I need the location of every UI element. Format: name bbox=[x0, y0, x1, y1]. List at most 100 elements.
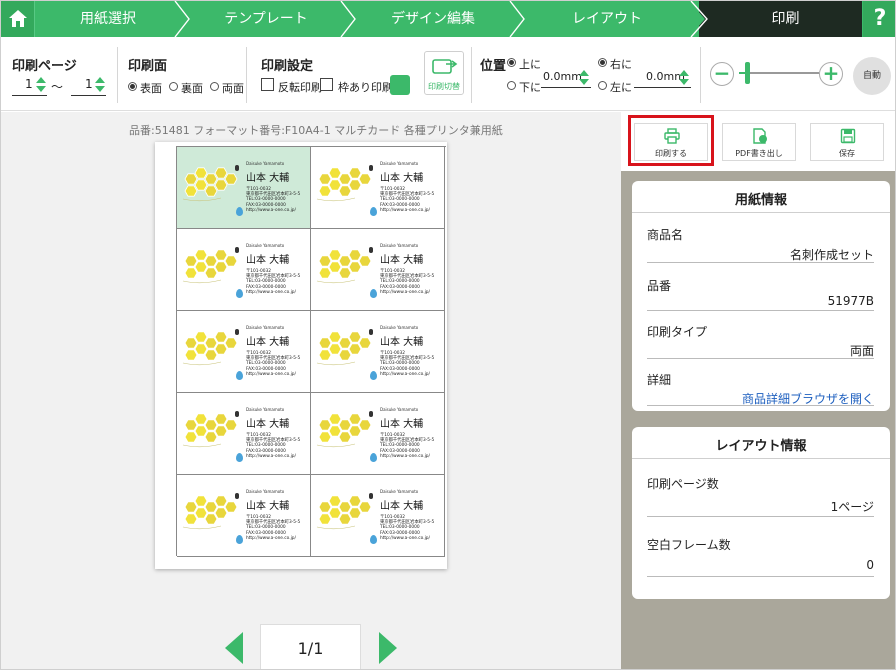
business-card[interactable]: Daisuke Yamamoto 山本 大輔 〒101-0032 東京都千代田区岩本町… bbox=[311, 311, 445, 393]
card-english-name: Daisuke Yamamoto bbox=[246, 161, 285, 166]
pos-left-label[interactable]: 左に bbox=[610, 79, 632, 95]
logo-drop-icon bbox=[236, 289, 243, 298]
auto-zoom-button[interactable]: 自動 bbox=[853, 57, 891, 95]
logo-drop-icon bbox=[370, 207, 377, 216]
step-divider-icon bbox=[340, 1, 356, 37]
card-address: 〒101-0032 東京都千代田区岩本町3-5-5 TEL:03-0000-0000… bbox=[380, 269, 435, 295]
product-code-value: 51977B bbox=[827, 294, 874, 308]
next-page-button[interactable] bbox=[379, 632, 397, 664]
card-name: 山本 大輔 bbox=[246, 337, 290, 348]
print-toolbar: 印刷ページ 1 〜 1 印刷面 表面 裏面 両面 印刷設定 反転印刷 枠あり印刷… bbox=[1, 37, 895, 111]
bee-icon bbox=[369, 411, 373, 417]
pos-vertical-value[interactable]: 0.0mm bbox=[543, 70, 582, 83]
zoom-in-button[interactable]: + bbox=[819, 62, 843, 86]
business-card[interactable]: Daisuke Yamamoto 山本 大輔 〒101-0032 東京都千代田区岩本町… bbox=[311, 147, 445, 229]
print-switch-label: 印刷切替 bbox=[428, 82, 460, 91]
pos-right-label[interactable]: 右に bbox=[610, 56, 632, 72]
business-card[interactable]: Daisuke Yamamoto 山本 大輔 〒101-0032 東京都千代田区岩本町… bbox=[177, 229, 311, 311]
help-button[interactable]: ? bbox=[863, 1, 895, 37]
pos-down-radio[interactable] bbox=[507, 81, 516, 90]
frame-print-label[interactable]: 枠あり印刷 bbox=[338, 79, 393, 95]
pos-up-label[interactable]: 上に bbox=[519, 56, 541, 72]
page-to-value[interactable]: 1 bbox=[85, 77, 93, 91]
pos-down-label[interactable]: 下に bbox=[519, 79, 541, 95]
logo-drop-icon bbox=[370, 535, 377, 544]
logo-drop-icon bbox=[236, 535, 243, 544]
card-english-name: Daisuke Yamamoto bbox=[246, 407, 285, 412]
pos-left-radio[interactable] bbox=[598, 81, 607, 90]
card-name: 山本 大輔 bbox=[380, 337, 424, 348]
card-address: 〒101-0032 東京都千代田区岩本町3-5-5 TEL:03-0000-0000… bbox=[380, 351, 435, 377]
honeycomb-icon bbox=[316, 249, 372, 284]
business-card[interactable]: Daisuke Yamamoto 山本 大輔 〒101-0032 東京都千代田区岩本町… bbox=[177, 475, 311, 557]
reverse-print-checkbox[interactable] bbox=[261, 78, 274, 91]
print-page-count-value: 1ページ bbox=[830, 500, 874, 514]
honeycomb-icon bbox=[316, 167, 372, 202]
business-card[interactable]: Daisuke Yamamoto 山本 大輔 〒101-0032 東京都千代田区岩本町… bbox=[177, 147, 311, 229]
step-template[interactable]: テンプレート bbox=[187, 1, 345, 37]
side-both-radio[interactable] bbox=[210, 82, 219, 91]
business-card[interactable]: Daisuke Yamamoto 山本 大輔 〒101-0032 東京都千代田区岩本町… bbox=[177, 311, 311, 393]
save-button[interactable]: 保存 bbox=[810, 123, 884, 161]
frame-print-checkbox[interactable] bbox=[320, 78, 333, 91]
logo-drop-icon bbox=[370, 371, 377, 380]
card-address: 〒101-0032 東京都千代田区岩本町3-5-5 TEL:03-0000-0000… bbox=[380, 515, 435, 541]
page-to-underline bbox=[71, 95, 106, 96]
page-from-stepper[interactable] bbox=[36, 77, 46, 93]
step-divider-icon bbox=[509, 1, 525, 37]
business-card[interactable]: Daisuke Yamamoto 山本 大輔 〒101-0032 東京都千代田区岩本町… bbox=[177, 393, 311, 475]
page-to-stepper[interactable] bbox=[95, 77, 105, 93]
pos-up-radio[interactable] bbox=[507, 58, 516, 67]
print-preview-area: 品番:51481 フォーマット番号:F10A4-1 マルチカード 各種プリンタ兼… bbox=[1, 112, 621, 669]
card-name: 山本 大輔 bbox=[380, 419, 424, 430]
paper-info-title: 用紙情報 bbox=[734, 193, 787, 208]
step-design-edit[interactable]: デザイン編集 bbox=[353, 1, 513, 37]
card-address: 〒101-0032 東京都千代田区岩本町3-5-5 TEL:03-0000-0000… bbox=[380, 187, 435, 213]
side-front-radio[interactable] bbox=[128, 82, 137, 91]
side-front-label[interactable]: 表面 bbox=[140, 80, 162, 96]
print-switch-button[interactable]: 印刷切替 bbox=[424, 51, 464, 95]
page-range-tilde: 〜 bbox=[51, 80, 64, 94]
honeycomb-icon bbox=[316, 413, 372, 448]
blank-frame-count-value: 0 bbox=[866, 558, 874, 572]
product-code-label: 品番 bbox=[647, 279, 672, 293]
prev-page-button[interactable] bbox=[225, 632, 243, 664]
card-name: 山本 大輔 bbox=[380, 255, 424, 266]
honeycomb-icon bbox=[182, 167, 238, 202]
home-button[interactable] bbox=[1, 1, 35, 37]
side-back-label[interactable]: 裏面 bbox=[181, 80, 203, 96]
paper-info-panel: 用紙情報 商品名 名刺作成セット 品番 51977B 印刷タイプ 両面 詳細 商… bbox=[632, 181, 890, 411]
step-print[interactable]: 印刷 bbox=[699, 1, 862, 37]
app-window: 用紙選択 テンプレート デザイン編集 レイアウト 印刷 ? 印刷ページ 1 〜 … bbox=[0, 0, 896, 670]
side-back-radio[interactable] bbox=[169, 82, 178, 91]
side-both-label[interactable]: 両面 bbox=[222, 80, 244, 96]
step-divider-icon bbox=[689, 1, 708, 37]
step-layout[interactable]: レイアウト bbox=[523, 1, 691, 37]
card-english-name: Daisuke Yamamoto bbox=[246, 243, 285, 248]
honeycomb-icon bbox=[182, 249, 238, 284]
card-grid: Daisuke Yamamoto 山本 大輔 〒101-0032 東京都千代田区岩本町… bbox=[176, 146, 446, 557]
frame-color-swatch[interactable] bbox=[390, 75, 410, 95]
zoom-out-button[interactable]: − bbox=[710, 62, 734, 86]
page-indicator: 1/1 bbox=[260, 624, 361, 669]
business-card[interactable]: Daisuke Yamamoto 山本 大輔 〒101-0032 東京都千代田区岩本町… bbox=[311, 393, 445, 475]
details-label: 詳細 bbox=[647, 373, 672, 387]
business-card[interactable]: Daisuke Yamamoto 山本 大輔 〒101-0032 東京都千代田区岩本町… bbox=[311, 229, 445, 311]
bee-icon bbox=[369, 247, 373, 253]
honeycomb-icon bbox=[316, 331, 372, 366]
layout-info-title: レイアウト情報 bbox=[715, 439, 807, 454]
step-paper-select[interactable]: 用紙選択 bbox=[37, 1, 179, 37]
card-address: 〒101-0032 東京都千代田区岩本町3-5-5 TEL:03-0000-0000… bbox=[246, 515, 301, 541]
pos-vertical-stepper[interactable] bbox=[579, 70, 589, 86]
pos-right-radio[interactable] bbox=[598, 58, 607, 67]
zoom-slider-track[interactable] bbox=[739, 72, 819, 74]
reverse-print-label[interactable]: 反転印刷 bbox=[278, 79, 322, 95]
home-icon bbox=[9, 10, 27, 27]
pos-horizontal-stepper[interactable] bbox=[679, 70, 689, 86]
pdf-export-button[interactable]: PDF書き出し bbox=[722, 123, 796, 161]
page-from-value[interactable]: 1 bbox=[25, 77, 33, 91]
zoom-slider-thumb[interactable] bbox=[745, 62, 750, 84]
print-button-highlight bbox=[628, 115, 714, 166]
card-english-name: Daisuke Yamamoto bbox=[246, 325, 285, 330]
business-card[interactable]: Daisuke Yamamoto 山本 大輔 〒101-0032 東京都千代田区岩本町… bbox=[311, 475, 445, 557]
